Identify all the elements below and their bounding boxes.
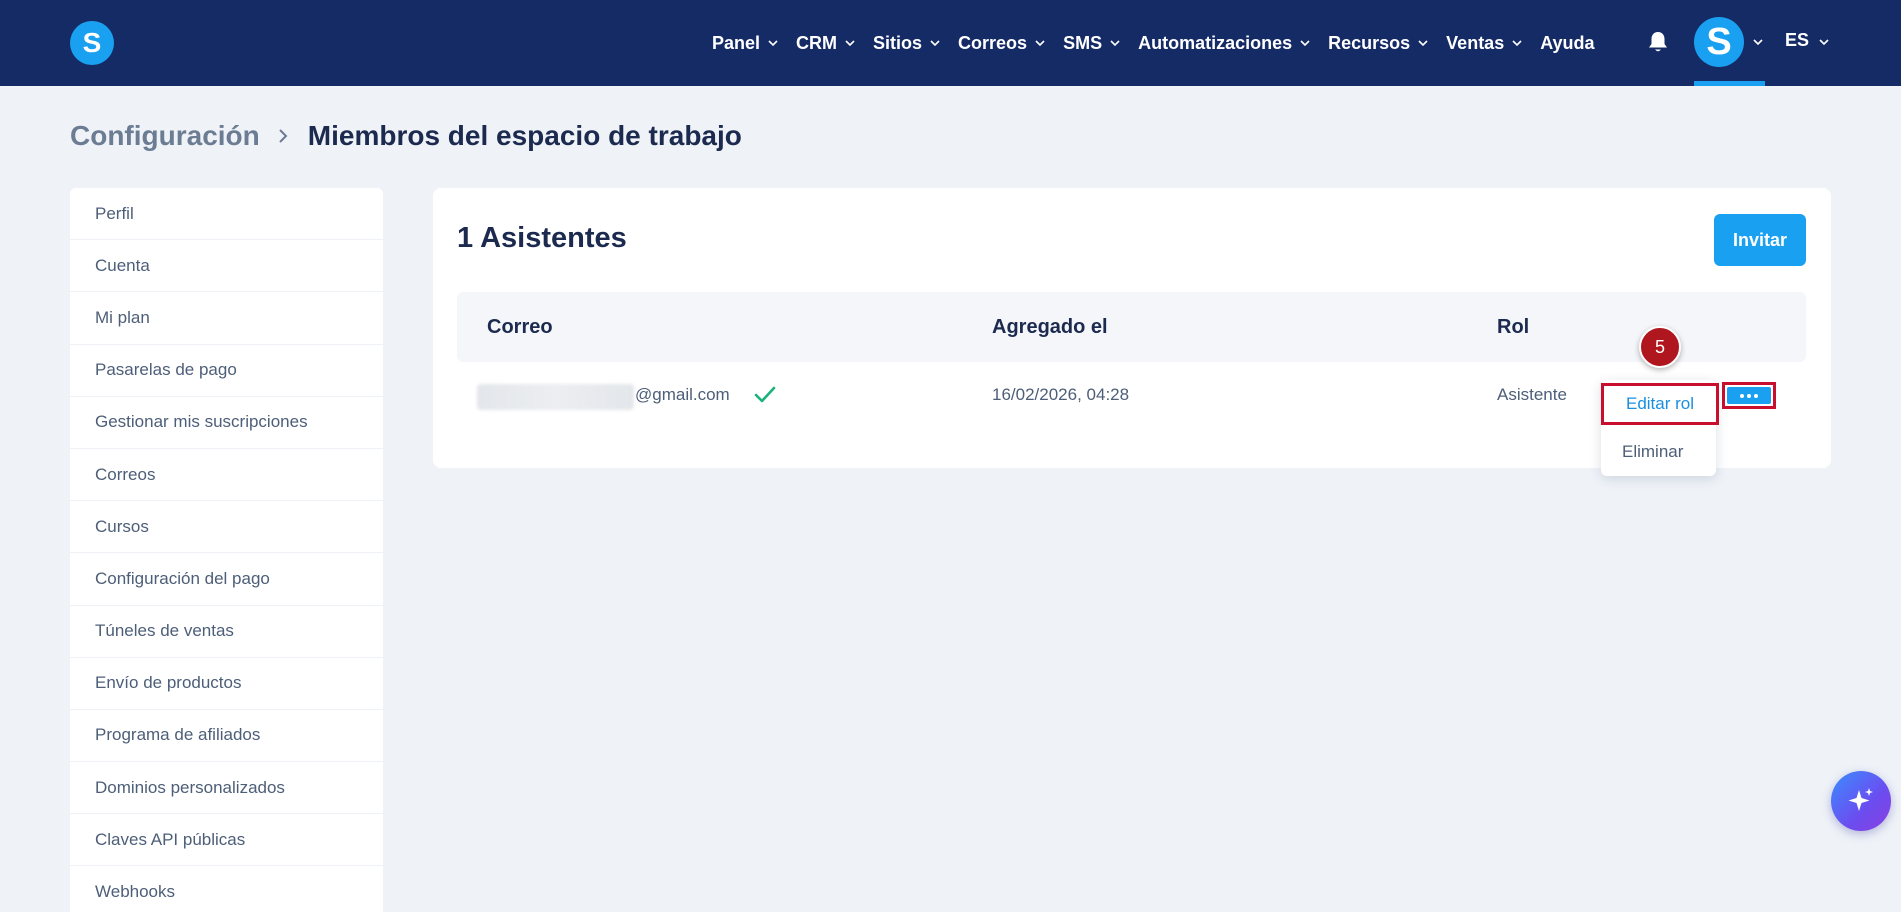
nav-automatizaciones-label: Automatizaciones: [1138, 32, 1293, 53]
nav-ayuda[interactable]: Ayuda: [1540, 33, 1594, 54]
sidebar-item-config-pago[interactable]: Configuración del pago: [70, 553, 383, 606]
active-indicator: [1694, 81, 1765, 86]
edit-role-menu-item[interactable]: Editar rol: [1601, 383, 1719, 425]
avatar[interactable]: S: [1694, 17, 1744, 67]
more-actions-button[interactable]: [1722, 382, 1776, 409]
ai-assistant-button[interactable]: [1831, 771, 1891, 831]
nav-sms-label: SMS: [1063, 32, 1103, 53]
chevron-down-icon: [1418, 40, 1428, 47]
sidebar-item-tuneles[interactable]: Túneles de ventas: [70, 606, 383, 658]
sidebar-item-perfil[interactable]: Perfil: [70, 188, 383, 241]
step-badge: 5: [1639, 326, 1681, 368]
chevron-down-icon: [845, 40, 855, 47]
chevron-down-icon[interactable]: [1753, 37, 1763, 47]
sidebar-item-cursos[interactable]: Cursos: [70, 501, 383, 554]
nav-ventas-label: Ventas: [1446, 32, 1505, 53]
chevron-right-icon: [279, 129, 288, 143]
breadcrumb-parent[interactable]: Configuración: [70, 120, 260, 152]
chevron-down-icon: [930, 40, 940, 47]
nav-crm-label: CRM: [796, 32, 838, 53]
chevron-down-icon: [1300, 40, 1310, 47]
app-logo[interactable]: S: [70, 21, 114, 65]
sparkle-icon: [1848, 788, 1873, 811]
sidebar-item-afiliados[interactable]: Programa de afiliados: [70, 710, 383, 763]
chevron-down-icon: [1035, 40, 1045, 47]
sidebar-item-envio[interactable]: Envío de productos: [70, 658, 383, 710]
nav-crm[interactable]: CRM: [796, 33, 855, 54]
nav-sitios[interactable]: Sitios: [873, 33, 940, 54]
nav-correos[interactable]: Correos: [958, 33, 1045, 54]
nav-recursos[interactable]: Recursos: [1328, 33, 1428, 54]
sidebar-item-suscripciones[interactable]: Gestionar mis suscripciones: [70, 397, 383, 449]
sidebar-item-api[interactable]: Claves API públicas: [70, 814, 383, 867]
column-added: Agregado el: [992, 316, 1108, 338]
nav-panel[interactable]: Panel: [712, 33, 778, 54]
chevron-down-icon: [1110, 40, 1120, 47]
email-redacted: [477, 384, 634, 410]
sidebar-item-dominios[interactable]: Dominios personalizados: [70, 762, 383, 815]
nav-automatizaciones[interactable]: Automatizaciones: [1138, 33, 1310, 54]
role-value: Asistente: [1497, 385, 1567, 404]
main-nav: Panel CRM Sitios Correos SMS Automatizac…: [712, 0, 1613, 86]
page-title: Miembros del espacio de trabajo: [307, 120, 742, 151]
nav-ventas[interactable]: Ventas: [1446, 33, 1522, 54]
nav-ayuda-label: Ayuda: [1540, 32, 1595, 53]
settings-sidebar: Perfil Cuenta Mi plan Pasarelas de pago …: [70, 188, 383, 912]
invite-button[interactable]: Invitar: [1714, 214, 1806, 266]
breadcrumb: Configuración Miembros del espacio de tr…: [70, 120, 742, 152]
sidebar-item-cuenta[interactable]: Cuenta: [70, 240, 383, 293]
chevron-down-icon: [1512, 40, 1522, 47]
added-date: 16/02/2026, 04:28: [992, 385, 1130, 404]
nav-recursos-label: Recursos: [1328, 32, 1411, 53]
sidebar-item-pasarelas[interactable]: Pasarelas de pago: [70, 345, 383, 397]
sidebar-item-webhooks[interactable]: Webhooks: [70, 866, 383, 912]
sidebar-item-correos[interactable]: Correos: [70, 449, 383, 502]
language-selector[interactable]: ES: [1785, 30, 1809, 51]
nav-sitios-label: Sitios: [873, 32, 923, 53]
more-dots-icon: [1727, 387, 1771, 404]
bell-icon[interactable]: [1647, 30, 1669, 54]
verified-check-icon: [754, 386, 776, 403]
nav-correos-label: Correos: [958, 32, 1028, 53]
top-navbar: S Panel CRM Sitios Correos SMS Automatiz…: [0, 0, 1901, 86]
chevron-down-icon[interactable]: [1819, 37, 1829, 47]
sidebar-item-mi-plan[interactable]: Mi plan: [70, 292, 383, 345]
nav-sms[interactable]: SMS: [1063, 33, 1120, 54]
delete-menu-item[interactable]: Eliminar: [1622, 442, 1683, 462]
members-count-title: 1 Asistentes: [457, 222, 627, 254]
column-role: Rol: [1497, 316, 1530, 338]
email-domain: @gmail.com: [635, 385, 730, 404]
nav-panel-label: Panel: [712, 32, 761, 53]
chevron-down-icon: [768, 40, 778, 47]
table-header: Correo Agregado el Rol: [457, 292, 1806, 362]
column-email: Correo: [487, 316, 553, 338]
